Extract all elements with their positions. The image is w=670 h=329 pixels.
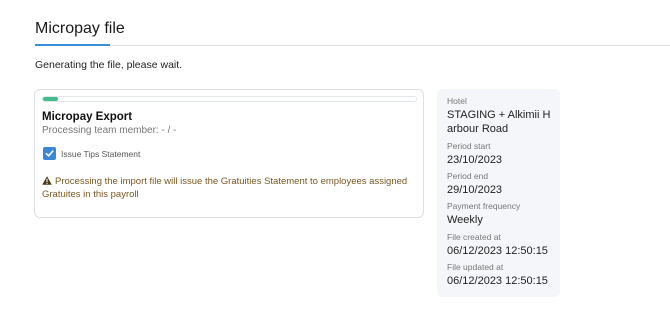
period-end-label: Period end	[447, 171, 489, 181]
export-title: Micropay Export	[42, 111, 133, 123]
page-title: Micropay file	[35, 20, 125, 37]
issue-tips-checkbox[interactable]	[43, 147, 56, 160]
file-created-value: 06/12/2023 12:50:15	[447, 245, 548, 257]
payment-frequency-label: Payment frequency	[447, 201, 521, 211]
hotel-value: STAGING + Alkimii Harbour Road	[447, 109, 551, 135]
progress-fill	[43, 97, 58, 101]
warning-triangle-icon	[42, 176, 52, 185]
status-message: Generating the file, please wait.	[35, 59, 183, 71]
file-updated-label: File updated at	[447, 262, 504, 272]
period-end-info: Period end 29/10/2023	[447, 171, 502, 197]
warning-message: Processing the import file will issue th…	[42, 175, 417, 201]
file-updated-info: File updated at 06/12/2023 12:50:15	[447, 262, 548, 288]
progress-bar	[42, 96, 417, 102]
period-start-value: 23/10/2023	[447, 154, 503, 166]
export-card: Micropay Export Processing team member: …	[34, 89, 424, 218]
checkmark-icon	[45, 150, 54, 157]
period-start-info: Period start 23/10/2023	[447, 141, 502, 167]
payment-frequency-info: Payment frequency Weekly	[447, 201, 520, 227]
title-divider	[35, 45, 670, 46]
payment-frequency-value: Weekly	[447, 214, 483, 226]
issue-tips-label: Issue Tips Statement	[61, 148, 141, 159]
hotel-label: Hotel	[447, 96, 467, 106]
hotel-info: Hotel STAGING + Alkimii Harbour Road	[447, 96, 555, 136]
file-info-panel: Hotel STAGING + Alkimii Harbour Road Per…	[437, 89, 560, 297]
title-underline	[35, 44, 110, 46]
file-created-label: File created at	[447, 232, 501, 242]
warning-text: Processing the import file will issue th…	[42, 176, 408, 200]
period-end-value: 29/10/2023	[447, 184, 503, 196]
period-start-label: Period start	[447, 141, 491, 151]
team-member-text: Processing team member: - / -	[42, 125, 177, 136]
issue-tips-checkbox-row[interactable]: Issue Tips Statement	[43, 147, 140, 160]
file-updated-value: 06/12/2023 12:50:15	[447, 275, 548, 287]
file-created-info: File created at 06/12/2023 12:50:15	[447, 232, 548, 258]
